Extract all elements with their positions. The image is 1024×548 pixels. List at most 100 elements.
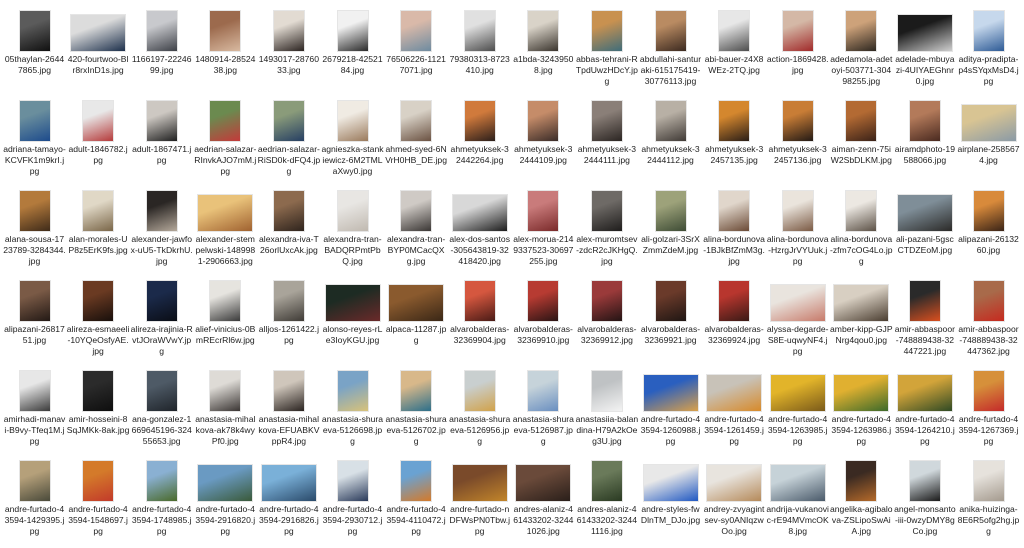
file-item[interactable]: ahmetyuksek-32444109.jpg [512, 94, 575, 186]
file-item[interactable]: alljos-1261422.jpg [257, 274, 320, 366]
image-thumbnail [19, 281, 50, 321]
file-item[interactable]: 1166197-2224699.jpg [130, 4, 193, 96]
file-item[interactable]: alexandra-tran-BYP0MCacQXg.jpg [385, 184, 448, 276]
file-item[interactable]: alana-sousa-1723789-3284344.jpg [3, 184, 66, 276]
file-item[interactable]: adult-1846782.jpg [67, 94, 130, 186]
file-item[interactable]: agnieszka-stankiewicz-6M2TMLaXwy0.jpg [321, 94, 384, 186]
file-item[interactable]: alexandra-tran-BADQRPmtPbQ.jpg [321, 184, 384, 276]
file-item[interactable]: 1493017-2876033.jpg [257, 4, 320, 96]
file-item[interactable]: alexander-stempelwski-1489981-2906663.jp… [194, 184, 257, 276]
file-item[interactable]: alina-bordunova-1BJkBfZmM3g.jpg [703, 184, 766, 276]
file-item[interactable]: aditya-pradipta-p4sSYqxMsD4.jpg [957, 4, 1020, 96]
file-item[interactable]: airamdphoto-19588066.jpg [893, 94, 956, 186]
file-item[interactable]: 420-fourtwoo-Blr8rxInD1s.jpg [67, 4, 130, 96]
file-item[interactable]: andre-furtado-43594-1429395.jpg [3, 454, 66, 546]
file-item[interactable]: alvarobalderas-32369921.jpg [639, 274, 702, 366]
file-item[interactable]: 1480914-2852438.jpg [194, 4, 257, 96]
file-item[interactable]: aiman-zenn-75iW2SbDLKM.jpg [830, 94, 893, 186]
file-item[interactable]: aedrian-salazar-RiSD0k-dFQ4.jpg [257, 94, 320, 186]
file-name: anastasia-shuraeva-5126702.jpg [385, 414, 447, 446]
file-item[interactable]: anastasia-mihalkova-ak78k4wyPf0.jpg [194, 364, 257, 456]
file-item[interactable]: anastasia-mihalkova-EFUABKVppR4.jpg [257, 364, 320, 456]
file-item[interactable]: anastasia-shuraeva-5126702.jpg [385, 364, 448, 456]
file-item[interactable]: adult-1867471.jpg [130, 94, 193, 186]
image-thumbnail [591, 461, 622, 501]
file-item[interactable]: amir-hosseini-8SqJMKk-8ak.jpg [67, 364, 130, 456]
file-item[interactable]: ahmetyuksek-32444111.jpg [575, 94, 638, 186]
file-item[interactable]: alina-bordunova-zfm7cOG4Lo.jpg [830, 184, 893, 276]
file-item[interactable]: adedamola-adetoyi-503771-30498255.jpg [830, 4, 893, 96]
file-item[interactable]: alina-bordunova-HzrgJrVYUuk.jpg [766, 184, 829, 276]
file-item[interactable]: andre-furtado-43594-1548697.jpg [67, 454, 130, 546]
file-item[interactable]: airplane-2585674.jpg [957, 94, 1020, 186]
file-item[interactable]: alpaca-11287.jpg [385, 274, 448, 366]
file-item[interactable]: andre-furtado-43594-1261459.jpg [703, 364, 766, 456]
file-item[interactable]: andre-styles-fwDlnTM_DJo.jpg [639, 454, 702, 546]
file-item[interactable]: andre-furtado-43594-4110472.jpg [385, 454, 448, 546]
file-item[interactable]: ahmetyuksek-32444112.jpg [639, 94, 702, 186]
file-item[interactable]: alief-vinicius-0BmREcrRl6w.jpg [194, 274, 257, 366]
file-item[interactable]: 79380313-8723410.jpg [448, 4, 511, 96]
file-item[interactable]: ahmed-syed-6NVrH0HB_DE.jpg [385, 94, 448, 186]
file-item[interactable]: amir-abbaspoor-748889438-32447221.jpg [893, 274, 956, 366]
file-item[interactable]: alan-morales-UP8z5ErK9fs.jpg [67, 184, 130, 276]
file-item[interactable]: andre-furtado-43594-2930712.jpg [321, 454, 384, 546]
file-item[interactable]: adriana-tamayo-KCVFK1m9krI.jpg [3, 94, 66, 186]
file-item[interactable]: ana-gonzalez-1669645196-32455653.jpg [130, 364, 193, 456]
file-item[interactable]: alvarobalderas-32369904.jpg [448, 274, 511, 366]
file-item[interactable]: andres-alaniz-461433202-32441026.jpg [512, 454, 575, 546]
file-item[interactable]: andre-furtado-43594-2916820.jpg [194, 454, 257, 546]
file-item[interactable]: angelika-agibalova-ZSLipoSwAiA.jpg [830, 454, 893, 546]
file-item[interactable]: andrija-vukanovic-rE94MVmcOK8.jpg [766, 454, 829, 546]
file-item[interactable]: alireza-esmaeeli-10YQeOsfyAE.jpg [67, 274, 130, 366]
file-item[interactable]: aedrian-salazar-RInvkAJO7mM.jpg [194, 94, 257, 186]
file-item[interactable]: abbas-tehrani-RTpdUwzHDcY.jpg [575, 4, 638, 96]
file-item[interactable]: anastasia-shuraeva-5126987.jpg [512, 364, 575, 456]
file-item[interactable]: alexandra-iva-T26orlUxcAk.jpg [257, 184, 320, 276]
file-item[interactable]: andre-furtado-nDFWsPN0Tbw.jpg [448, 454, 511, 546]
file-item[interactable]: andres-alaniz-461433202-32441116.jpg [575, 454, 638, 546]
file-item[interactable]: abdullahi-santuraki-615175419-30776113.j… [639, 4, 702, 96]
file-item[interactable]: anika-huizinga-8E6R5ofg2hg.jpg [957, 454, 1020, 546]
file-item[interactable]: ahmetyuksek-32442264.jpg [448, 94, 511, 186]
file-item[interactable]: anastasia-shuraeva-5126698.jpg [321, 364, 384, 456]
file-item[interactable]: adelade-mbuyazi-4UIYAEGhnr0.jpg [893, 4, 956, 96]
file-item[interactable]: andre-furtado-43594-1267369.jpg [957, 364, 1020, 456]
file-item[interactable]: amir-abbaspoor-748889438-32447362.jpg [957, 274, 1020, 366]
file-item[interactable]: 05thaylan-26447865.jpg [3, 4, 66, 96]
file-item[interactable]: ahmetyuksek-32457136.jpg [766, 94, 829, 186]
file-item[interactable]: alonso-reyes-rLe3IoyKGU.jpg [321, 274, 384, 366]
file-item[interactable]: alexander-jawfox-uU5-TkDkrhU.jpg [130, 184, 193, 276]
file-item[interactable]: action-1869428.jpg [766, 4, 829, 96]
file-item[interactable]: 2679218-4252184.jpg [321, 4, 384, 96]
file-item[interactable]: alvarobalderas-32369910.jpg [512, 274, 575, 366]
file-item[interactable]: ahmetyuksek-32457135.jpg [703, 94, 766, 186]
file-item[interactable]: andre-furtado-43594-1260988.jpg [639, 364, 702, 456]
file-item[interactable]: andre-furtado-43594-1263986.jpg [830, 364, 893, 456]
file-item[interactable]: ali-golzari-3SrXZmmZdeM.jpg [639, 184, 702, 276]
file-item[interactable]: alireza-irajinia-RvtJOraWVwY.jpg [130, 274, 193, 366]
file-item[interactable]: anastasiia-balandina-H79A2kOeg3U.jpg [575, 364, 638, 456]
file-item[interactable]: 76506226-11217071.jpg [385, 4, 448, 96]
file-item[interactable]: alex-dos-santos-305643819-32418420.jpg [448, 184, 511, 276]
file-item[interactable]: andre-furtado-43594-1263985.jpg [766, 364, 829, 456]
file-item[interactable]: alvarobalderas-32369912.jpg [575, 274, 638, 366]
file-item[interactable]: alex-morua-2149337523-30697255.jpg [512, 184, 575, 276]
file-item[interactable]: ali-pazani-5gscCTDZEoM.jpg [893, 184, 956, 276]
file-item[interactable]: andrey-zvyagintsev-sy0ANIqzwOo.jpg [703, 454, 766, 546]
file-item[interactable]: a1bda-32439508.jpg [512, 4, 575, 96]
file-item[interactable]: anastasia-shuraeva-5126956.jpg [448, 364, 511, 456]
file-item[interactable]: alex-muromtsev-zdcR2cJKHgQ.jpg [575, 184, 638, 276]
file-item[interactable]: andre-furtado-43594-1264210.jpg [893, 364, 956, 456]
file-item[interactable]: andre-furtado-43594-1748985.jpg [130, 454, 193, 546]
file-item[interactable]: alipazani-2613260.jpg [957, 184, 1020, 276]
file-item[interactable]: andre-furtado-43594-2916826.jpg [257, 454, 320, 546]
file-item[interactable]: amirhadi-manavi-B9vy-Tfeq1M.jpg [3, 364, 66, 456]
file-item[interactable]: abi-bauer-z4X8WEz-2TQ.jpg [703, 4, 766, 96]
file-item[interactable]: alipazani-2681751.jpg [3, 274, 66, 366]
file-item[interactable]: amber-kipp-GJPNrg4qou0.jpg [830, 274, 893, 366]
image-thumbnail [719, 101, 750, 141]
file-item[interactable]: alyssa-degarde-S8E-uqwyNF4.jpg [766, 274, 829, 366]
file-item[interactable]: alvarobalderas-32369924.jpg [703, 274, 766, 366]
file-item[interactable]: angel-monsanto-iii-0wzyDMY8gCo.jpg [893, 454, 956, 546]
